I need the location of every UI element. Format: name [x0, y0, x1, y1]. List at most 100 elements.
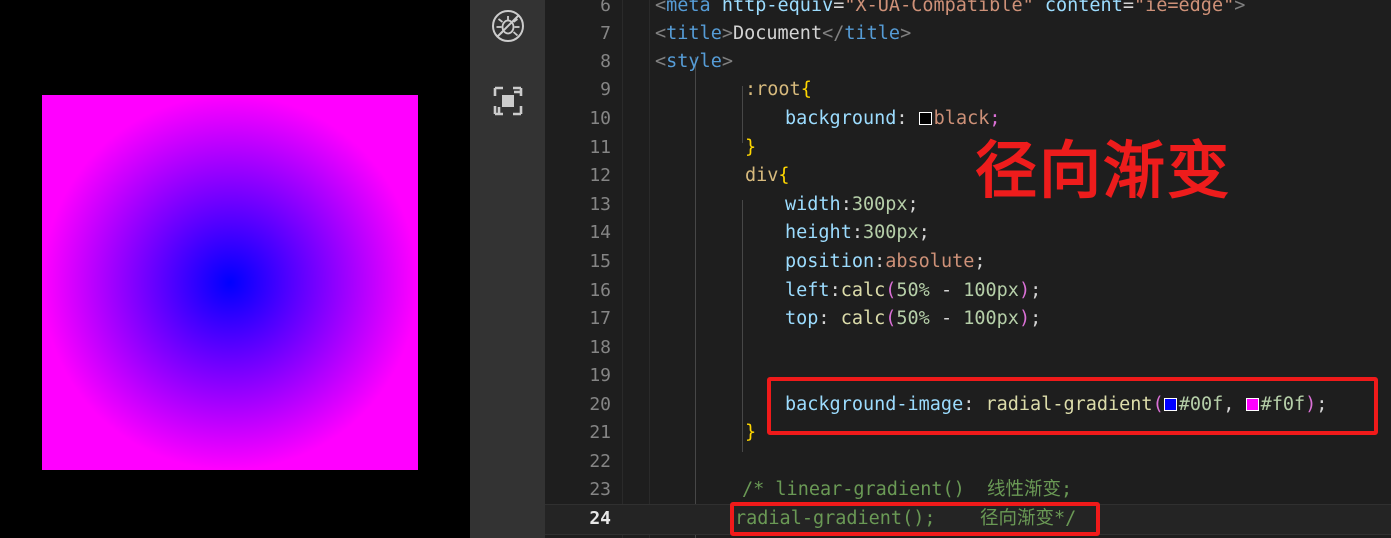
token: :: [896, 108, 919, 129]
token: (: [885, 280, 897, 301]
code-line-active[interactable]: 24 radial-gradient(); 径向渐变*/: [545, 504, 1391, 535]
code-line[interactable]: 7 <title>Document</title>: [545, 20, 1391, 49]
token: <: [655, 51, 667, 72]
token: :root: [745, 79, 801, 100]
token: ;: [989, 108, 1001, 129]
token: width: [785, 194, 841, 215]
line-number: 13: [589, 194, 611, 215]
line-content: background-image: radial-gradient(#00f, …: [785, 391, 1327, 420]
line-number: 7: [600, 23, 611, 44]
color-swatch-magenta[interactable]: [1245, 398, 1259, 411]
code-lines: 6 <meta http-equiv="X-UA-Compatible" con…: [545, 0, 1391, 538]
token: style: [666, 51, 722, 72]
code-line[interactable]: 10 background: black;: [545, 105, 1391, 134]
token: height: [785, 222, 852, 243]
code-line[interactable]: 12 div{: [545, 162, 1391, 191]
token: 100px: [963, 308, 1019, 329]
code-line[interactable]: 9 :root{: [545, 76, 1391, 105]
token: http-equiv: [710, 0, 834, 16]
token: ): [1018, 308, 1031, 329]
line-content: div{: [745, 162, 790, 191]
code-line[interactable]: 16 left:calc(50% - 100px);: [545, 277, 1391, 306]
token: =: [833, 0, 845, 16]
token: #00f: [1178, 394, 1224, 415]
no-debug-icon[interactable]: [489, 7, 527, 45]
token: 50%: [896, 308, 930, 329]
line-number: 18: [589, 337, 611, 358]
token: :: [963, 394, 986, 415]
code-line[interactable]: 11 }: [545, 134, 1391, 163]
line-content: }: [745, 134, 756, 163]
line-number: 9: [600, 79, 611, 100]
line-content: top: calc(50% - 100px);: [785, 305, 1041, 334]
token: >: [1234, 0, 1246, 16]
line-content: /* linear-gradient() 线性渐变;: [742, 479, 1073, 500]
line-number: 17: [589, 308, 611, 329]
token: -: [929, 280, 964, 301]
token: 100px: [963, 280, 1019, 301]
line-number: 12: [589, 165, 611, 186]
line-number: 21: [589, 422, 611, 443]
line-content: background: black;: [785, 105, 1001, 134]
code-line[interactable]: 20 background-image: radial-gradient(#00…: [545, 391, 1391, 420]
code-line[interactable]: 19: [545, 362, 1391, 391]
token: title: [666, 23, 722, 44]
code-editor[interactable]: 6 <meta http-equiv="X-UA-Compatible" con…: [545, 0, 1391, 538]
token: :: [829, 280, 841, 301]
line-number: 10: [589, 108, 611, 129]
line-content: :root{: [745, 76, 812, 105]
code-line[interactable]: 17 top: calc(50% - 100px);: [545, 305, 1391, 334]
line-number: 8: [600, 51, 611, 72]
color-swatch-blue[interactable]: [1163, 398, 1177, 411]
code-line[interactable]: 23 /* linear-gradient() 线性渐变;: [545, 476, 1391, 505]
token: ): [1018, 280, 1031, 301]
token: background: [785, 108, 897, 129]
activity-bar: [470, 0, 545, 538]
extensions-icon[interactable]: [489, 82, 527, 120]
token: 300px: [862, 222, 919, 243]
line-number: 16: [589, 280, 611, 301]
token: (: [1152, 394, 1164, 415]
token: ;: [907, 194, 919, 215]
screen-root: 6 <meta http-equiv="X-UA-Compatible" con…: [0, 0, 1391, 538]
token: #f0f: [1260, 394, 1306, 415]
token: =: [1122, 0, 1134, 16]
line-number: 14: [589, 222, 611, 243]
code-line[interactable]: 18: [545, 334, 1391, 363]
token: {: [778, 165, 790, 186]
token: calc: [840, 308, 886, 329]
token: -: [929, 308, 964, 329]
code-line[interactable]: 13 width:300px;: [545, 191, 1391, 220]
token: ;: [1030, 280, 1042, 301]
line-content: }: [745, 419, 756, 448]
token: :: [874, 251, 886, 272]
color-swatch-black[interactable]: [918, 112, 932, 125]
line-content: width:300px;: [785, 191, 919, 220]
code-line[interactable]: 14 height:300px;: [545, 219, 1391, 248]
code-line[interactable]: 6 <meta http-equiv="X-UA-Compatible" con…: [545, 0, 1391, 21]
token: ;: [974, 251, 986, 272]
token: :: [818, 308, 841, 329]
token: background-image: [785, 394, 964, 415]
line-content: left:calc(50% - 100px);: [785, 277, 1041, 306]
token: }: [745, 422, 757, 443]
token: Document: [732, 23, 823, 44]
code-line[interactable]: 22: [545, 448, 1391, 477]
code-line[interactable]: 8 <style>: [545, 48, 1391, 77]
token: position: [785, 251, 875, 272]
token: absolute: [885, 251, 975, 272]
token: left: [785, 280, 830, 301]
token: }: [745, 137, 757, 158]
token: ): [1305, 394, 1317, 415]
browser-preview-pane: [0, 0, 470, 538]
token: 300px: [851, 194, 908, 215]
token: calc: [840, 280, 886, 301]
line-content: position:absolute;: [785, 248, 986, 277]
line-content: <meta http-equiv="X-UA-Compatible" conte…: [655, 0, 1245, 21]
token: title: [844, 23, 901, 44]
line-number: 24: [589, 508, 611, 529]
code-line[interactable]: 15 position:absolute;: [545, 248, 1391, 277]
code-line[interactable]: 21 }: [545, 419, 1391, 448]
token: "X-UA-Compatible": [844, 0, 1034, 16]
token: ;: [1030, 308, 1042, 329]
